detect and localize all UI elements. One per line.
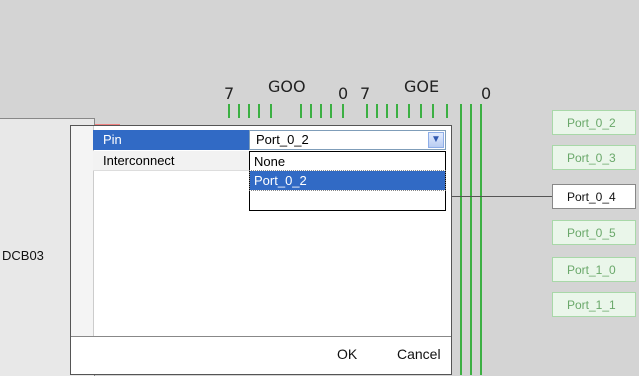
goe-bus-line-3 — [480, 104, 482, 375]
pin-property-label[interactable]: Pin — [93, 130, 249, 150]
dialog-left-strip — [71, 126, 94, 336]
port-0-5[interactable]: Port_0_5 — [552, 220, 636, 245]
dcb-block-label: DCB03 — [2, 248, 44, 263]
goe-bus-label: GOE — [404, 77, 440, 96]
option-none[interactable]: None — [250, 152, 445, 171]
port-1-1[interactable]: Port_1_1 — [552, 292, 636, 317]
pin-dropdown-list: None Port_0_2 — [249, 151, 446, 211]
port-1-0[interactable]: Port_1_0 — [552, 257, 636, 282]
option-port-0-2[interactable]: Port_0_2 — [249, 170, 446, 191]
interconnect-property-label[interactable]: Interconnect — [93, 151, 249, 171]
goe-bus-line-1 — [460, 104, 462, 375]
dialog-footer-separator — [71, 336, 451, 337]
goe-low-index: 0 — [481, 84, 492, 103]
port-0-4[interactable]: Port_0_4 — [552, 184, 636, 209]
pin-properties-dialog: Pin Interconnect Port_0_2 ▼ None Port_0_… — [70, 125, 452, 375]
port-0-2[interactable]: Port_0_2 — [552, 110, 636, 135]
goe-high-index: 7 — [360, 84, 371, 103]
goe-bus-line-2 — [470, 104, 472, 375]
goo-low-index: 0 — [338, 84, 349, 103]
cancel-button[interactable]: Cancel — [397, 346, 441, 362]
port-0-3[interactable]: Port_0_3 — [552, 145, 636, 170]
chevron-down-icon[interactable]: ▼ — [428, 132, 444, 148]
goo-bus-label: GOO — [268, 77, 306, 96]
pin-select-value: Port_0_2 — [256, 132, 309, 147]
goo-high-index: 7 — [224, 84, 235, 103]
port-connection-wire — [452, 196, 552, 197]
ok-button[interactable]: OK — [337, 346, 357, 362]
pin-select[interactable]: Port_0_2 ▼ — [249, 130, 446, 150]
